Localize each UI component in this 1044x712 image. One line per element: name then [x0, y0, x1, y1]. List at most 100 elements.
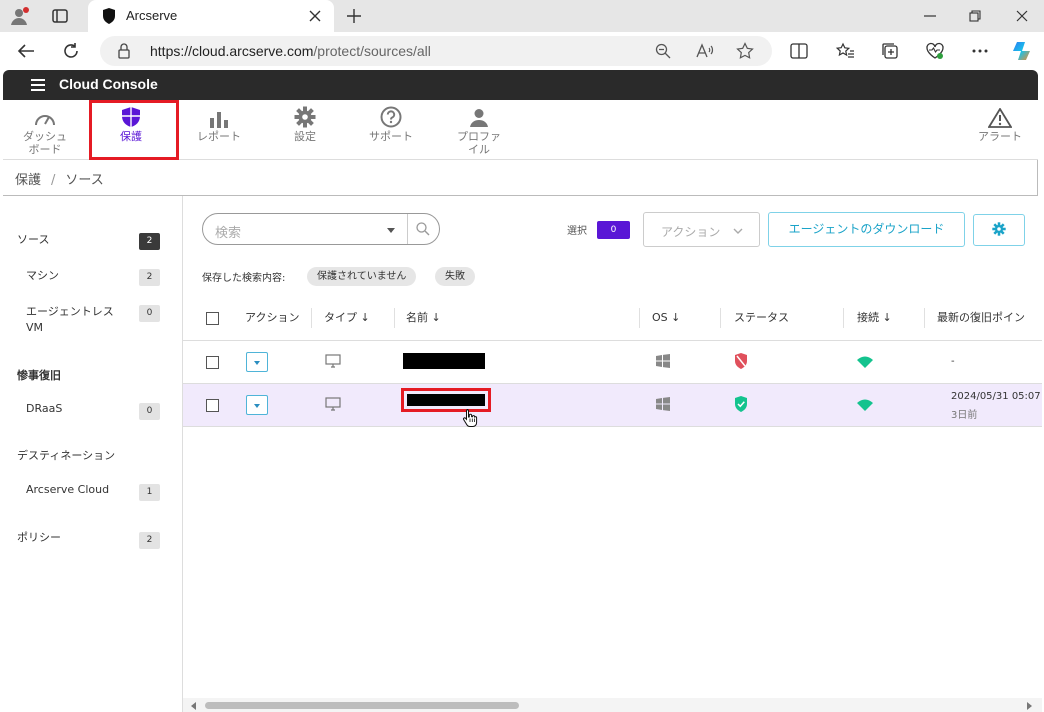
tab-actions-icon[interactable] [46, 4, 74, 28]
app-header: Cloud Console [3, 70, 1038, 100]
copilot-icon[interactable] [1010, 39, 1034, 63]
count-badge: 2 [139, 233, 160, 250]
select-all-checkbox[interactable] [206, 312, 219, 325]
scrollbar-thumb[interactable] [205, 702, 519, 709]
download-agent-button[interactable]: エージェントのダウンロード [768, 212, 965, 247]
back-arrow-icon[interactable] [12, 38, 40, 64]
windows-icon [656, 354, 670, 371]
action-dropdown-label: アクション [661, 225, 721, 239]
app-title: Cloud Console [59, 76, 158, 92]
nav-report-label: レポート [197, 130, 241, 143]
search-dropdown-icon[interactable] [387, 228, 395, 233]
refresh-icon[interactable] [57, 38, 85, 64]
table-row[interactable]: - [183, 341, 1042, 384]
action-dropdown-button[interactable]: アクション [643, 212, 760, 247]
column-header-status: ステータス [734, 311, 789, 324]
row-checkbox[interactable] [206, 399, 219, 412]
close-tab-icon[interactable] [304, 5, 326, 27]
nav-support-label: サポート [369, 130, 413, 143]
windows-icon [656, 397, 670, 414]
sidebar-item-machine[interactable]: マシン 2 [3, 268, 183, 288]
count-badge: 2 [139, 532, 160, 549]
sidebar-section-label: 惨事復旧 [17, 369, 61, 382]
breadcrumb-root[interactable]: 保護 [15, 173, 41, 188]
last-recovery-point: 2024/05/31 05:07 [951, 391, 1041, 402]
sidebar-item-label: マシン [26, 269, 59, 282]
nav-alert[interactable]: アラート [968, 100, 1032, 160]
column-header-name[interactable]: 名前 ↓ [406, 310, 441, 326]
split-screen-icon[interactable] [787, 39, 811, 63]
nav-settings-label: 設定 [294, 130, 316, 143]
url-field[interactable]: https://cloud.arcserve.com/protect/sourc… [100, 36, 772, 66]
protect-highlight-frame [89, 100, 179, 160]
sidebar: ソース 2 マシン 2 エージェントレス VM 0 惨事復旧 DRaaS 0 デス… [3, 196, 183, 712]
arcserve-favicon-icon [102, 8, 116, 27]
search-field[interactable]: 検索 [202, 213, 440, 245]
tab-title: Arcserve [126, 8, 178, 23]
scroll-right-arrow-icon[interactable] [1027, 702, 1032, 710]
nav-report[interactable]: レポート [185, 100, 253, 160]
monitor-icon [325, 354, 341, 371]
hamburger-menu-icon[interactable] [31, 79, 45, 91]
warning-icon [968, 100, 1032, 130]
browser-essentials-icon[interactable] [923, 39, 947, 63]
redacted-name[interactable] [403, 353, 485, 369]
dashboard-icon [13, 100, 77, 130]
table-settings-button[interactable] [973, 214, 1025, 246]
sidebar-section-destination[interactable]: デスティネーション [3, 448, 183, 468]
search-icon[interactable] [416, 222, 430, 239]
scroll-left-arrow-icon[interactable] [191, 702, 196, 710]
favorite-star-icon[interactable] [734, 41, 756, 61]
search-placeholder: 検索 [215, 226, 242, 241]
count-badge: 0 [139, 403, 160, 420]
connection-status-icon [857, 356, 873, 371]
column-header-os[interactable]: OS ↓ [652, 310, 680, 326]
restore-icon[interactable] [955, 4, 995, 28]
column-header-last-recovery: 最新の復旧ポイン [937, 311, 1025, 324]
horizontal-scrollbar[interactable] [183, 698, 1042, 712]
count-badge: 0 [139, 305, 160, 322]
nav-profile[interactable]: プロファ イル [445, 100, 513, 160]
last-recovery-relative: 3日前 [951, 410, 978, 421]
profile-avatar-icon[interactable] [6, 4, 34, 28]
row-checkbox[interactable] [206, 356, 219, 369]
sidebar-item-draas[interactable]: DRaaS 0 [3, 401, 183, 421]
chevron-down-icon [733, 224, 743, 238]
nav-dashboard[interactable]: ダッシュ ボード [13, 100, 77, 160]
redacted-name-link[interactable] [407, 394, 485, 406]
nav-support[interactable]: サポート [357, 100, 425, 160]
sidebar-item-agentless-vm[interactable]: エージェントレス VM 0 [3, 304, 183, 338]
nav-settings[interactable]: 設定 [271, 100, 339, 160]
collections-icon[interactable] [878, 39, 902, 63]
breadcrumb: 保護 / ソース [3, 160, 1038, 196]
column-header-action: アクション [245, 311, 300, 324]
minimize-icon[interactable] [910, 4, 950, 28]
zoom-icon[interactable] [652, 41, 674, 61]
row-action-dropdown[interactable] [246, 395, 268, 415]
new-tab-icon[interactable] [342, 4, 366, 28]
last-recovery-point: - [951, 356, 955, 367]
more-options-icon[interactable] [968, 39, 992, 63]
table-row[interactable]: 2024/05/31 05:07 3日前 [183, 384, 1042, 427]
column-header-type[interactable]: タイプ ↓ [324, 310, 370, 326]
person-icon [445, 100, 513, 130]
nav-profile-label: プロファ イル [457, 130, 501, 156]
lock-icon[interactable] [118, 43, 130, 62]
help-icon [357, 100, 425, 130]
sidebar-item-arcserve-cloud[interactable]: Arcserve Cloud 1 [3, 482, 183, 502]
nav-dashboard-label: ダッシュ ボード [23, 130, 67, 156]
sidebar-section-disaster-recovery: 惨事復旧 [3, 368, 183, 388]
column-separator [394, 308, 395, 328]
saved-search-chip-unprotected[interactable]: 保護されていません [307, 267, 417, 286]
count-badge: 1 [139, 484, 160, 501]
browser-tab-arcserve[interactable]: Arcserve [88, 0, 334, 32]
favorites-icon[interactable] [833, 39, 857, 63]
row-action-dropdown[interactable] [246, 352, 268, 372]
unprotected-shield-icon [734, 353, 748, 372]
sidebar-item-policy[interactable]: ポリシー 2 [3, 530, 183, 550]
read-aloud-icon[interactable] [694, 41, 716, 61]
column-header-connection[interactable]: 接続 ↓ [857, 310, 892, 326]
close-window-icon[interactable] [1002, 4, 1042, 28]
saved-search-chip-failed[interactable]: 失敗 [435, 267, 475, 286]
sidebar-item-sources[interactable]: ソース 2 [3, 232, 183, 252]
